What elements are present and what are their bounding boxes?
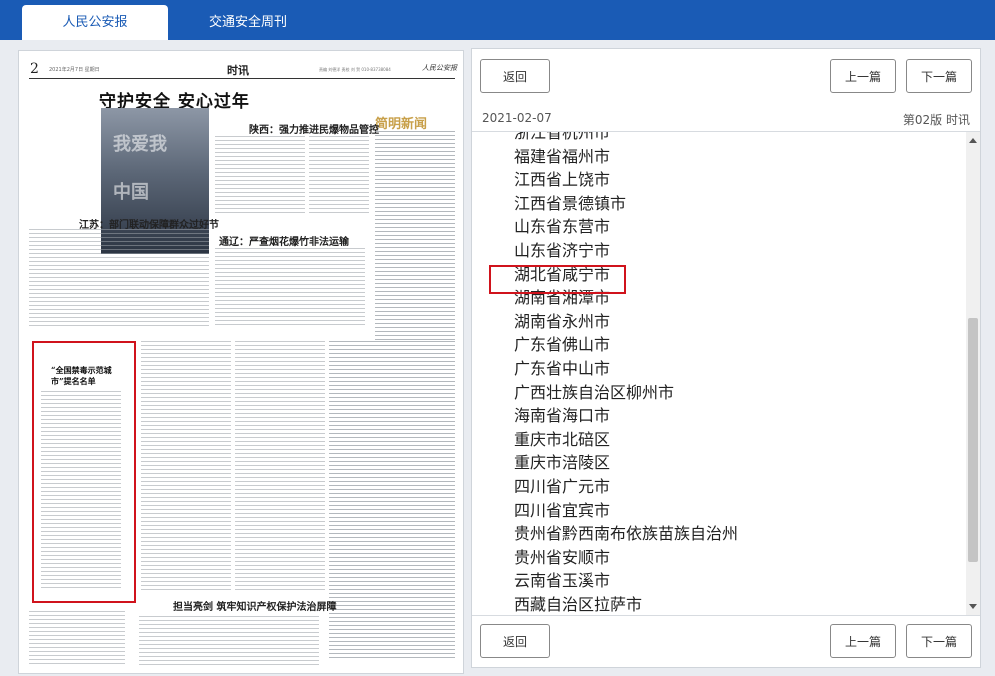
tab-renmin-gonganbao[interactable]: 人民公安报	[22, 5, 168, 40]
city-item: 江西省景德镇市	[514, 193, 627, 213]
city-item: 广西壮族自治区柳州市	[514, 382, 675, 402]
article-text-column	[29, 611, 125, 666]
article-page-label: 第02版 时讯	[902, 113, 970, 127]
article-text-column	[215, 136, 305, 216]
article-text-column	[375, 131, 455, 341]
article-text-column	[139, 616, 319, 666]
article-text-column	[215, 248, 365, 328]
highlighted-city-box	[489, 265, 626, 294]
city-item: 山东省东营市	[514, 217, 611, 237]
next-article-button-bottom[interactable]: 下一篇	[906, 624, 972, 658]
back-button-bottom[interactable]: 返回	[480, 624, 550, 658]
article-panel: 返回 上一篇 下一篇 2021-02-07 第02版 时讯 浙江省杭州市福建省福…	[471, 48, 981, 668]
footer-divider	[472, 615, 980, 616]
city-item: 西藏自治区拉萨市	[514, 594, 643, 614]
photo-caption-text-2: 中国	[113, 182, 149, 203]
city-item: 山东省济宁市	[514, 240, 611, 260]
page-section-title: 时讯	[227, 64, 249, 77]
city-item: 贵州省黔西南布依族苗族自治州	[514, 524, 739, 544]
city-item: 四川省宜宾市	[514, 500, 611, 520]
page-editor-line: 责编 刘德洋 责校 刘 贺 010-83738084	[319, 67, 391, 72]
article-text-column	[235, 341, 325, 591]
article-subhead-shaanxi[interactable]: 陕西：强力推进民爆物品管控	[249, 121, 379, 136]
article-subhead-tongliao[interactable]: 通辽：严查烟花爆竹非法运输	[219, 233, 349, 248]
photo-caption-text-1: 我爱我	[113, 134, 167, 155]
newspaper-logo: 人民公安报	[422, 64, 457, 72]
prev-article-button-bottom[interactable]: 上一篇	[830, 624, 896, 658]
article-content-area[interactable]: 浙江省杭州市 福建省福州市 江西省上饶市 江西省景德镇市 山东省东营市 山东省济宁市 湖北省…	[472, 132, 965, 615]
page-number: 2	[30, 61, 39, 77]
city-item: 贵州省安顺市	[514, 547, 611, 567]
scroll-up-arrow-icon[interactable]	[969, 138, 977, 143]
city-item: 浙江省杭州市	[514, 132, 611, 142]
scroll-down-arrow-icon[interactable]	[969, 604, 977, 609]
city-item: 江西省上饶市	[514, 170, 611, 190]
article-text-column	[329, 341, 455, 661]
prev-article-button-top[interactable]: 上一篇	[830, 59, 896, 93]
scrollbar-thumb[interactable]	[968, 318, 978, 562]
next-article-button-top[interactable]: 下一篇	[906, 59, 972, 93]
brief-news-title: 简明新闻	[375, 117, 428, 132]
city-list: 浙江省杭州市 福建省福州市 江西省上饶市 江西省景德镇市 山东省东营市 山东省济宁市 湖北省…	[514, 132, 738, 615]
city-item: 四川省广元市	[514, 476, 611, 496]
city-item: 重庆市北碚区	[514, 429, 611, 449]
article-text-column	[29, 229, 209, 329]
masthead-rule	[29, 78, 455, 79]
back-button-top[interactable]: 返回	[480, 59, 550, 93]
selected-article-highlight[interactable]	[32, 341, 136, 603]
newspaper-page-thumbnail[interactable]: 2 2021年2月7日 星期日 时讯 责编 刘德洋 责校 刘 贺 010-837…	[18, 50, 464, 674]
city-item: 湖南省永州市	[514, 311, 611, 331]
city-item: 广东省佛山市	[514, 335, 611, 355]
page-date-line: 2021年2月7日 星期日	[49, 67, 100, 73]
top-navigation-bar: 人民公安报 交通安全周刊	[0, 0, 995, 40]
city-item: 云南省玉溪市	[514, 571, 611, 591]
article-subhead-ip[interactable]: 担当亮剑 筑牢知识产权保护法治屏障	[173, 598, 336, 613]
tab-jiaotong-anquan[interactable]: 交通安全周刊	[168, 5, 328, 40]
city-item: 福建省福州市	[514, 146, 611, 166]
city-item: 广东省中山市	[514, 358, 611, 378]
article-date: 2021-02-07	[482, 111, 552, 125]
city-item: 重庆市涪陵区	[514, 453, 611, 473]
content-scrollbar[interactable]	[966, 132, 980, 615]
article-text-column	[141, 341, 231, 591]
article-text-column	[309, 136, 369, 216]
city-item: 海南省海口市	[514, 406, 611, 426]
